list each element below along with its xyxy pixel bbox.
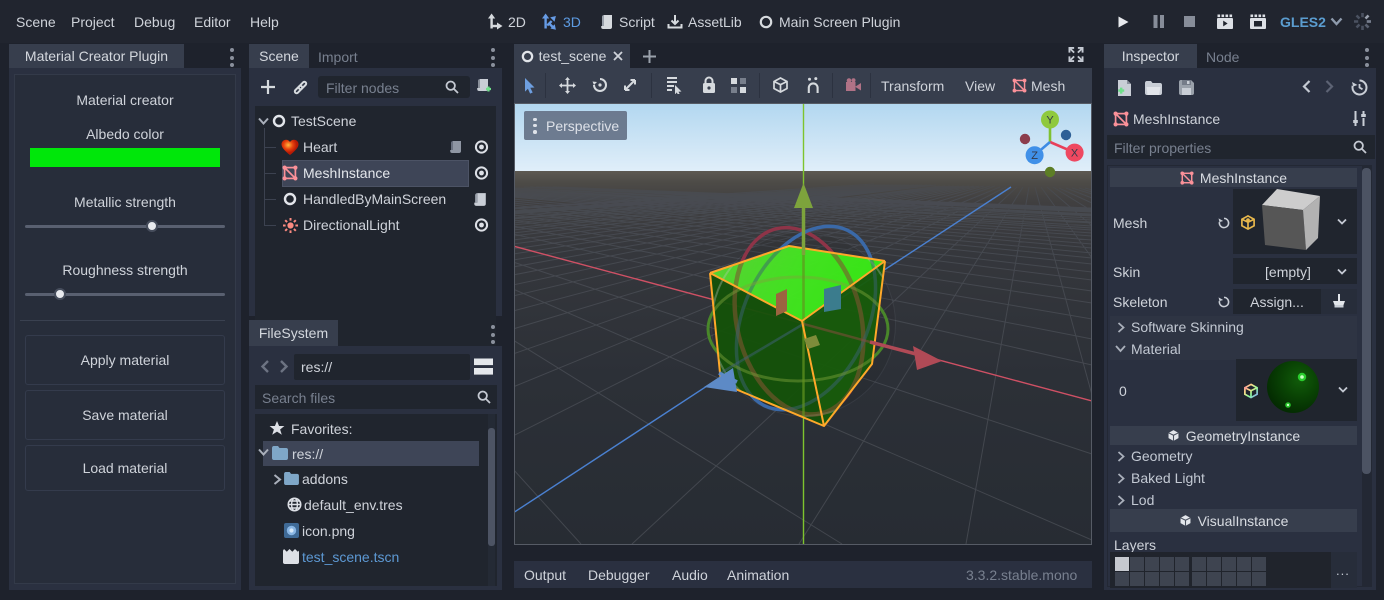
svg-text:X: X [1071, 148, 1079, 160]
svg-text:Z: Z [1031, 150, 1038, 162]
svg-text:Y: Y [1046, 115, 1054, 127]
